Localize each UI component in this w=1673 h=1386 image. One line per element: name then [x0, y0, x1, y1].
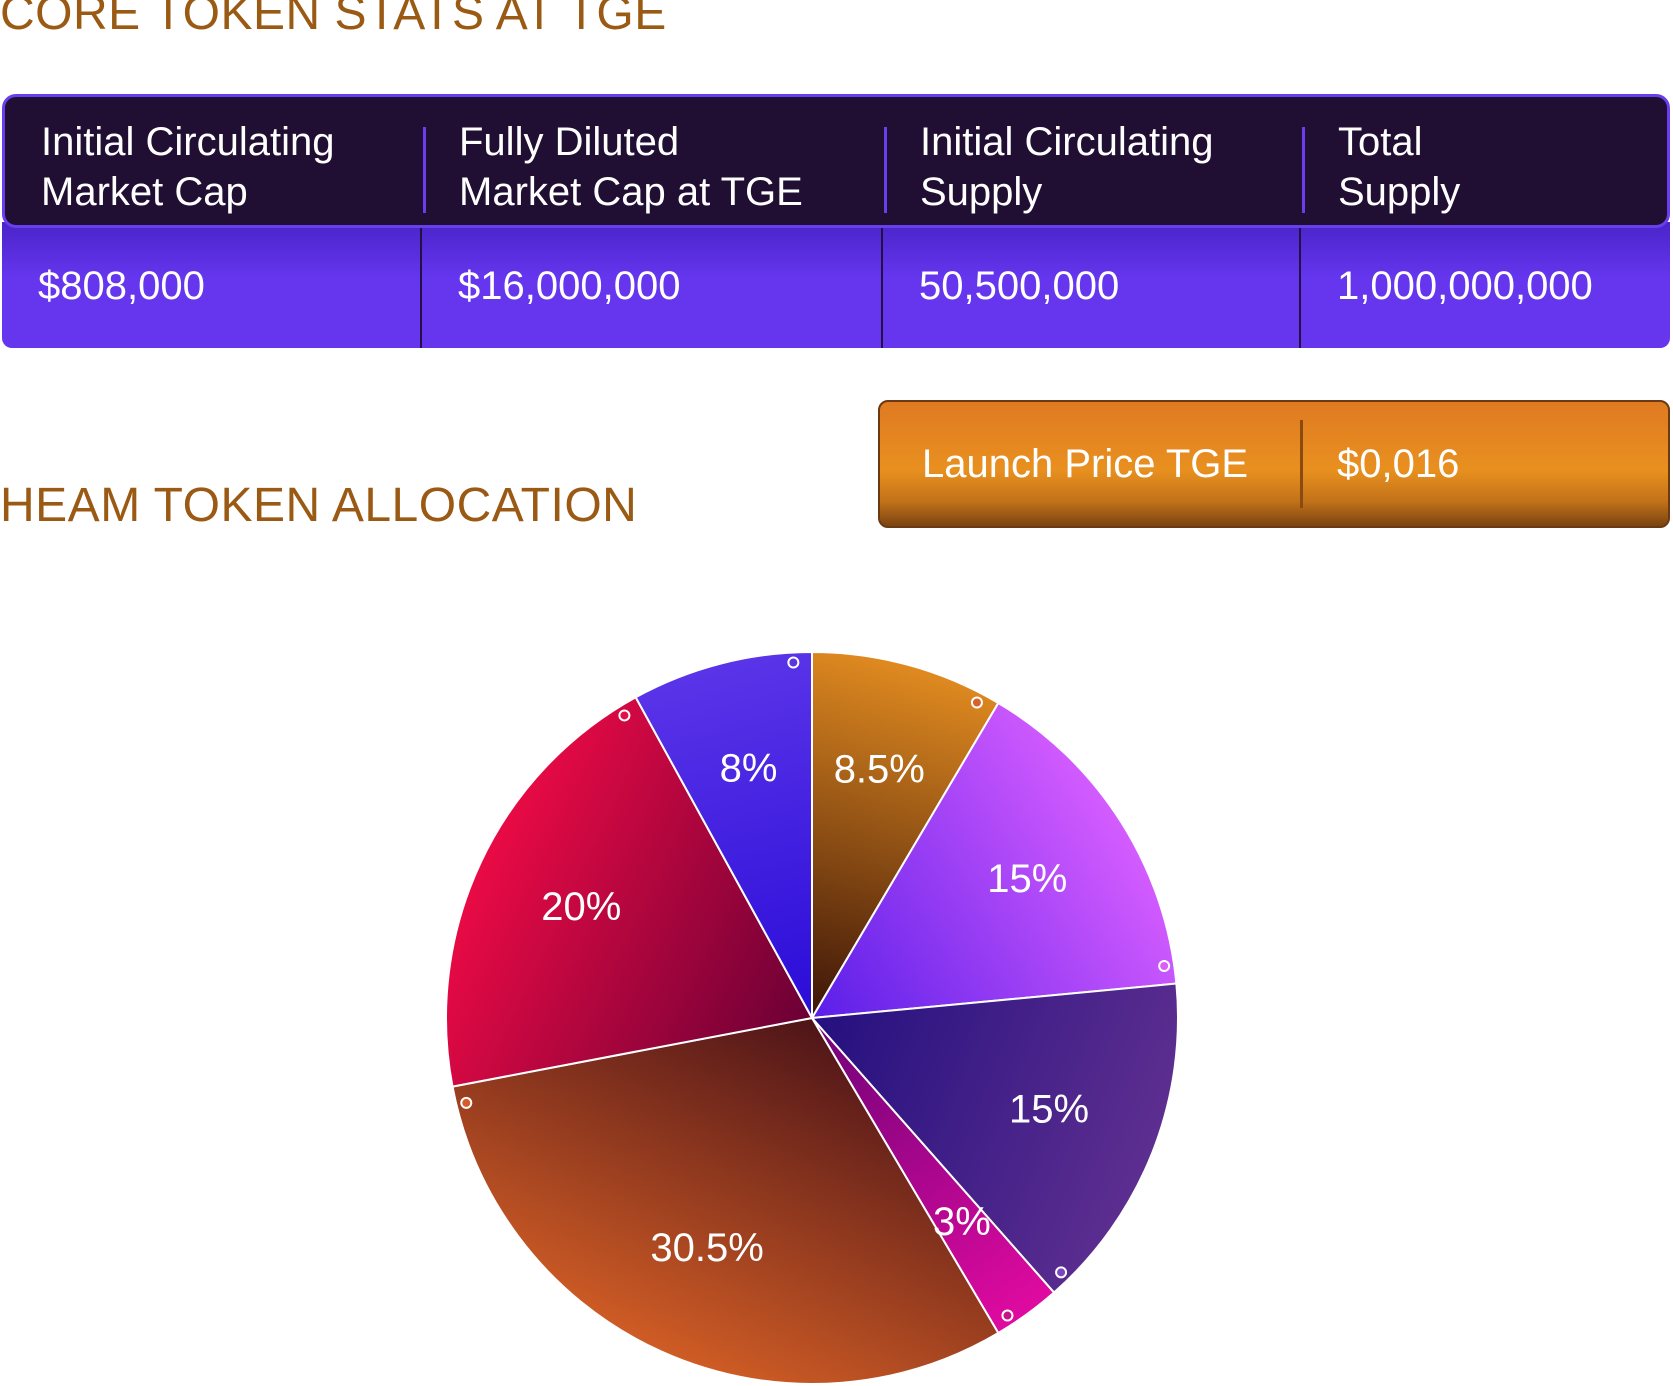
stats-header-row: Initial Circulating Market Cap Fully Dil… — [2, 94, 1670, 228]
header-initial-circulating-supply: Initial Circulating Supply — [884, 97, 1302, 225]
slice-marker — [618, 709, 631, 722]
header-fully-diluted-market-cap: Fully Diluted Market Cap at TGE — [423, 97, 884, 225]
slice-marker — [460, 1096, 473, 1109]
slice-marker — [1158, 959, 1171, 972]
slice-label: 15% — [1009, 1087, 1089, 1131]
header-line-2: Supply — [920, 170, 1043, 214]
header-line-2: Market Cap — [41, 170, 248, 214]
header-line-1: Initial Circulating — [41, 120, 335, 164]
slice-marker — [1001, 1309, 1014, 1322]
slice-label: 15% — [987, 857, 1067, 901]
slice-label: 20% — [541, 885, 621, 929]
header-initial-circulating-market-cap: Initial Circulating Market Cap — [5, 97, 423, 225]
slice-marker — [970, 696, 983, 709]
slice-label: 3% — [933, 1200, 991, 1244]
header-line-2: Supply — [1338, 170, 1461, 214]
header-line-1: Fully Diluted — [459, 120, 680, 164]
slice-marker — [1055, 1266, 1068, 1279]
slice-label: 30.5% — [650, 1226, 763, 1270]
slice-marker — [787, 656, 800, 669]
header-line-2: Market Cap at TGE — [459, 170, 803, 214]
slice-label: 8% — [720, 747, 778, 791]
header-line-1: Total — [1338, 120, 1423, 164]
header-total-supply: Total Supply — [1302, 97, 1667, 225]
header-line-1: Initial Circulating — [920, 120, 1214, 164]
slice-label: 8.5% — [834, 748, 925, 792]
